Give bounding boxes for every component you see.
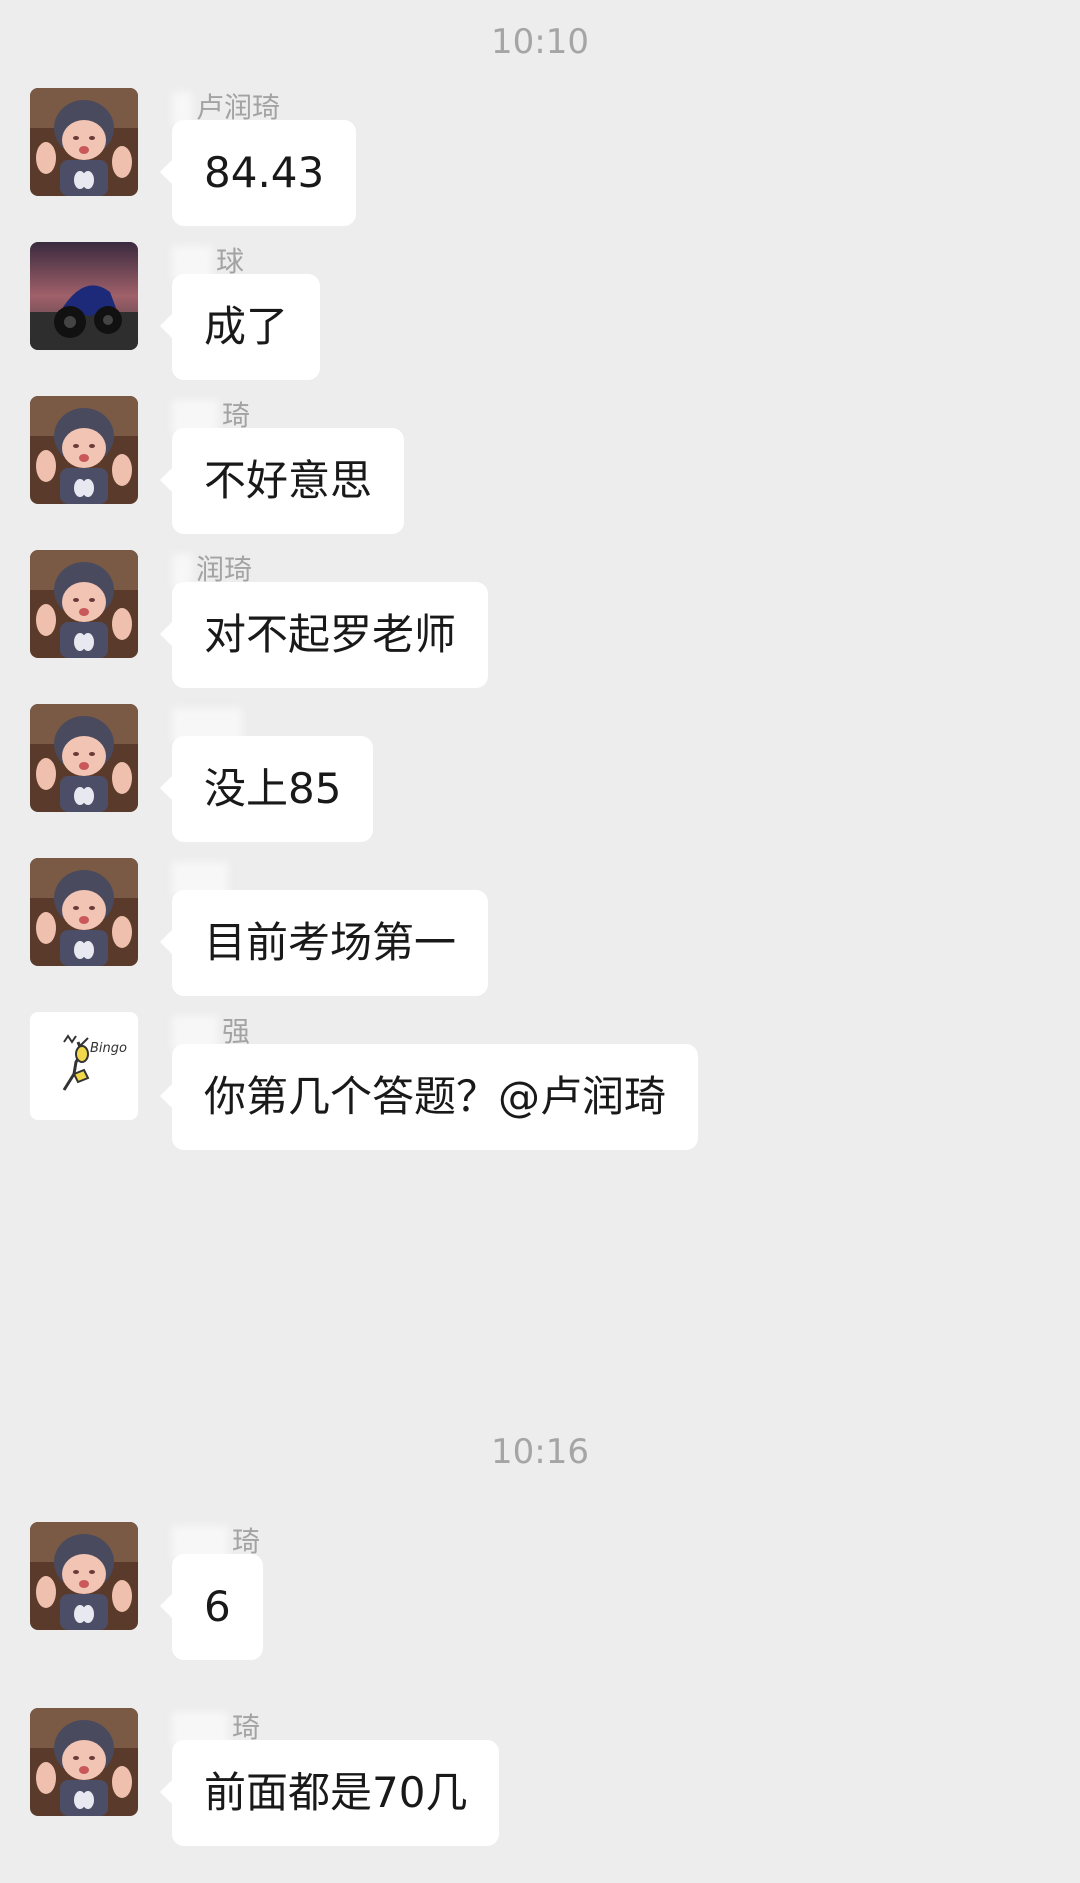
baby-avatar[interactable]: [30, 858, 138, 966]
message-bubble[interactable]: 84.43: [159, 120, 357, 226]
baby-avatar[interactable]: [30, 1708, 138, 1816]
baby-avatar[interactable]: [30, 704, 138, 812]
bingo-label: Bingo: [90, 1041, 127, 1056]
message-bubble[interactable]: 没上85: [159, 736, 374, 842]
message-bubble[interactable]: 目前考场第一: [159, 890, 489, 996]
baby-avatar[interactable]: [30, 396, 138, 504]
baby-avatar[interactable]: [30, 88, 138, 196]
timestamp: 10:10: [491, 22, 589, 62]
message-bubble[interactable]: 前面都是70几: [159, 1740, 500, 1846]
message-bubble[interactable]: 成了: [159, 274, 321, 380]
message-bubble[interactable]: 不好意思: [159, 428, 405, 534]
timestamp: 10:16: [491, 1432, 589, 1472]
baby-avatar[interactable]: [30, 1522, 138, 1630]
baby-avatar[interactable]: [30, 550, 138, 658]
message-bubble[interactable]: 你第几个答题？@卢润琦: [159, 1044, 699, 1150]
message-bubble[interactable]: 对不起罗老师: [159, 582, 489, 688]
chat-view[interactable]: 10:10 卢润琦 84.43 球 成了 琦 不好意思 润琦 对不起罗老师 没上…: [0, 0, 1080, 1883]
message-bubble[interactable]: 6: [160, 1554, 263, 1660]
bingo-sticker-avatar[interactable]: Bingo: [30, 1012, 138, 1120]
motorcycle-avatar[interactable]: [30, 242, 138, 350]
